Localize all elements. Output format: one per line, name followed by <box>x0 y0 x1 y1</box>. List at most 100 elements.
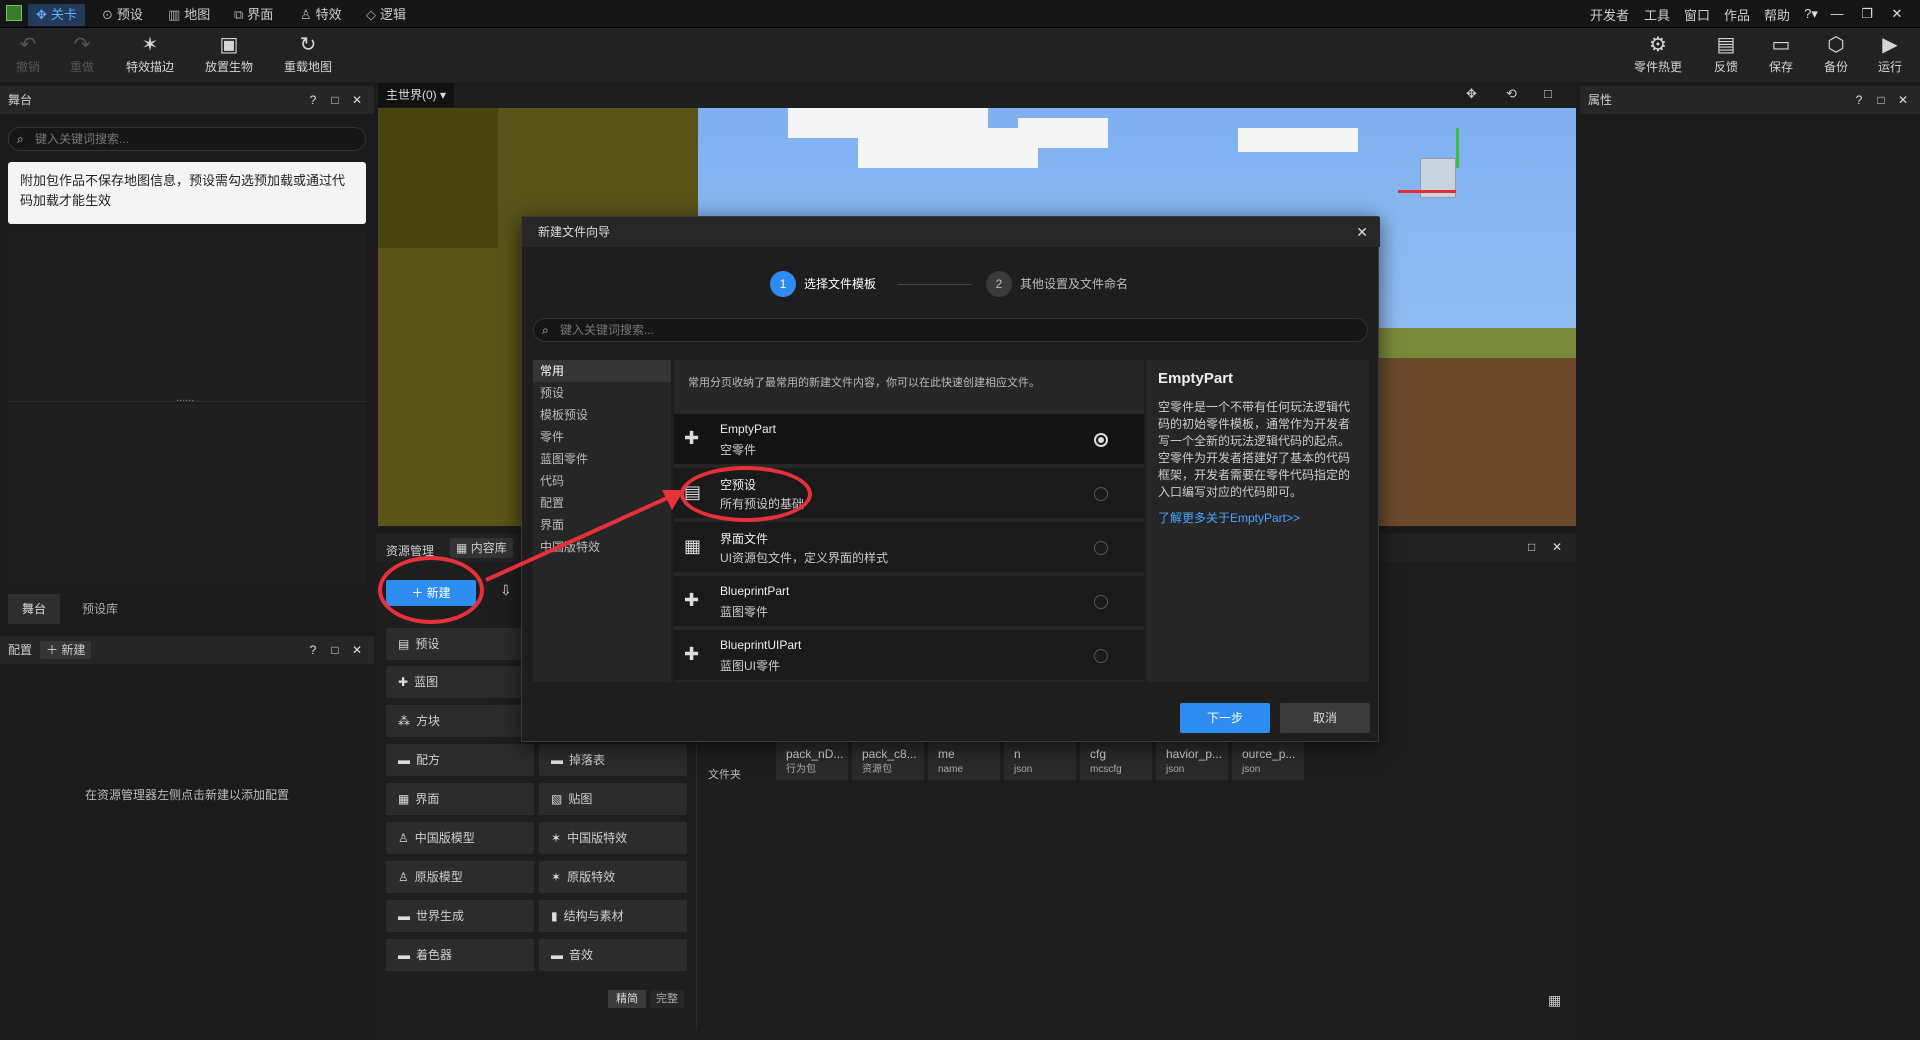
help-icon[interactable]: ?▾ <box>1800 3 1822 25</box>
view-simple-toggle[interactable]: 精简 <box>608 990 646 1008</box>
category-item[interactable]: 预设 <box>533 382 671 404</box>
view-full-toggle[interactable]: 完整 <box>650 990 684 1008</box>
splitter-handle[interactable]: ...... <box>176 392 194 404</box>
viewport-header: 主世界(0) ▾ ✥ ⟲ □ <box>376 82 1576 108</box>
maximize-icon[interactable]: □ <box>324 636 346 664</box>
folder-icon: ▬ <box>551 948 563 962</box>
minimize-icon[interactable]: — <box>1826 3 1848 25</box>
effect-outline-button[interactable]: ✶ 特效描边 <box>112 32 188 75</box>
notice-box: 附加包作品不保存地图信息，预设需勾选预加载或通过代码加载才能生效 <box>8 162 366 224</box>
radio-button[interactable] <box>1094 487 1108 501</box>
move-icon[interactable]: ✥ <box>1466 86 1477 102</box>
resource-sound[interactable]: ▬ 音效 <box>539 939 687 971</box>
config-new-button[interactable]: ＋ 新建 <box>40 641 92 659</box>
resource-structure[interactable]: ▮ 结构与素材 <box>539 900 687 932</box>
resource-cn-effect[interactable]: ✶ 中国版特效 <box>539 822 687 854</box>
place-mob-icon: ▣ <box>219 34 239 56</box>
radio-button[interactable] <box>1094 649 1108 663</box>
category-item[interactable]: 零件 <box>533 426 671 448</box>
category-item[interactable]: 模板预设 <box>533 404 671 426</box>
resource-cn-model[interactable]: ♙ 中国版模型 <box>386 822 534 854</box>
menu-window[interactable]: 窗口 <box>1684 5 1710 24</box>
search-icon: ⌕ <box>17 132 24 146</box>
maximize-icon[interactable]: □ <box>1870 86 1892 114</box>
file-tile[interactable]: pack_nD... 行为包 <box>776 740 848 780</box>
close-icon[interactable]: ✕ <box>1892 86 1914 114</box>
cancel-button[interactable]: 取消 <box>1280 703 1370 733</box>
fullscreen-icon[interactable]: □ <box>1544 86 1552 101</box>
maximize-icon[interactable]: □ <box>1528 540 1535 554</box>
file-tile[interactable]: havior_p... json <box>1156 740 1228 780</box>
resource-texture[interactable]: ▧ 贴图 <box>539 783 687 815</box>
file-tile[interactable]: n json <box>1004 740 1076 780</box>
ui-icon: ⧉ <box>234 7 244 22</box>
folder-icon: ▬ <box>398 753 410 767</box>
template-item[interactable]: ✚ BlueprintUIPart 蓝图UI零件 <box>674 630 1144 682</box>
tab-ui[interactable]: ⧉ 界面 <box>226 4 281 26</box>
run-button[interactable]: ▶ 运行 <box>1852 32 1920 75</box>
close-icon[interactable]: ✕ <box>1552 540 1562 554</box>
resource-world-gen[interactable]: ▬ 世界生成 <box>386 900 534 932</box>
resource-vanilla-model[interactable]: ♙ 原版模型 <box>386 861 534 893</box>
puzzle-icon: ✚ <box>684 428 700 448</box>
tab-stage[interactable]: 舞台 <box>8 594 60 624</box>
radio-button[interactable] <box>1094 595 1108 609</box>
tab-effects[interactable]: ♙ 特效 <box>292 4 350 26</box>
redo-icon: ↷ <box>73 34 91 56</box>
menu-works[interactable]: 作品 <box>1724 5 1750 24</box>
next-button[interactable]: 下一步 <box>1180 703 1270 733</box>
resource-recipe[interactable]: ▬ 配方 <box>386 744 534 776</box>
tab-map[interactable]: ▥ 地图 <box>160 4 218 26</box>
close-icon[interactable]: ✕ <box>346 636 368 664</box>
radio-button[interactable] <box>1094 541 1108 555</box>
place-mob-button[interactable]: ▣ 放置生物 <box>191 32 267 75</box>
category-item[interactable]: 常用 <box>533 360 671 382</box>
help-icon[interactable]: ? <box>1848 86 1870 114</box>
radio-button[interactable] <box>1094 433 1108 447</box>
category-item[interactable]: 蓝图零件 <box>533 448 671 470</box>
cloud-render <box>1018 118 1108 148</box>
menu-help[interactable]: 帮助 <box>1764 5 1790 24</box>
file-tile[interactable]: me name <box>928 740 1000 780</box>
world-select[interactable]: 主世界(0) ▾ <box>378 83 455 107</box>
help-icon[interactable]: ? <box>302 86 324 114</box>
close-icon[interactable]: ✕ <box>346 86 368 114</box>
grid-view-icon[interactable]: ▦ <box>1548 992 1561 1009</box>
help-icon[interactable]: ? <box>302 636 324 664</box>
resource-shader[interactable]: ▬ 着色器 <box>386 939 534 971</box>
rotate-icon[interactable]: ⟲ <box>1506 86 1517 102</box>
app-logo <box>6 5 22 21</box>
maximize-icon[interactable]: □ <box>324 86 346 114</box>
template-item[interactable]: ✚ EmptyPart 空零件 <box>674 414 1144 466</box>
tab-preset[interactable]: ⊙ 预设 <box>94 4 151 26</box>
part-hot-update-button[interactable]: ⚙ 零件热更 <box>1620 32 1696 75</box>
reload-map-button[interactable]: ↻ 重载地图 <box>270 32 346 75</box>
file-tile[interactable]: cfg mcscfg <box>1080 740 1152 780</box>
resource-blueprint[interactable]: ✚ 蓝图 <box>386 666 534 698</box>
tab-logic[interactable]: ◇ 逻辑 <box>358 4 414 26</box>
tab-preset-library[interactable]: 预设库 <box>64 594 136 624</box>
close-icon[interactable]: ✕ <box>1886 3 1908 25</box>
stage-search-input[interactable]: ⌕ 键入关键词搜索... <box>8 127 366 151</box>
resource-block[interactable]: ⁂ 方块 <box>386 705 534 737</box>
resource-loot-table[interactable]: ▬ 掉落表 <box>539 744 687 776</box>
learn-more-link[interactable]: 了解更多关于EmptyPart>> <box>1158 509 1357 526</box>
template-item[interactable]: ✚ BlueprintPart 蓝图零件 <box>674 576 1144 628</box>
tab-level[interactable]: ✥ 关卡 <box>28 4 85 26</box>
resource-preset[interactable]: ▤ 预设 <box>386 628 534 660</box>
file-tile[interactable]: ource_p... json <box>1232 740 1304 780</box>
level-icon: ✥ <box>36 7 47 22</box>
file-tile[interactable]: pack_c8... 资源包 <box>852 740 924 780</box>
template-item[interactable]: ▦ 界面文件 UI资源包文件，定义界面的样式 <box>674 522 1144 574</box>
dialog-search-input[interactable]: ⌕ 键入关键词搜索... <box>533 318 1368 342</box>
dialog-title: 新建文件向导 <box>522 217 1380 247</box>
resource-vanilla-effect[interactable]: ✶ 原版特效 <box>539 861 687 893</box>
map-icon: ▥ <box>168 7 181 22</box>
restore-icon[interactable]: ❐ <box>1856 3 1878 25</box>
effect-icon: ✶ <box>551 870 562 884</box>
menu-tools[interactable]: 工具 <box>1644 5 1670 24</box>
redo-button[interactable]: ↷ 重做 <box>44 32 120 75</box>
close-icon[interactable]: ✕ <box>1356 217 1368 247</box>
menu-developer[interactable]: 开发者 <box>1590 5 1629 24</box>
resource-ui[interactable]: ▦ 界面 <box>386 783 534 815</box>
